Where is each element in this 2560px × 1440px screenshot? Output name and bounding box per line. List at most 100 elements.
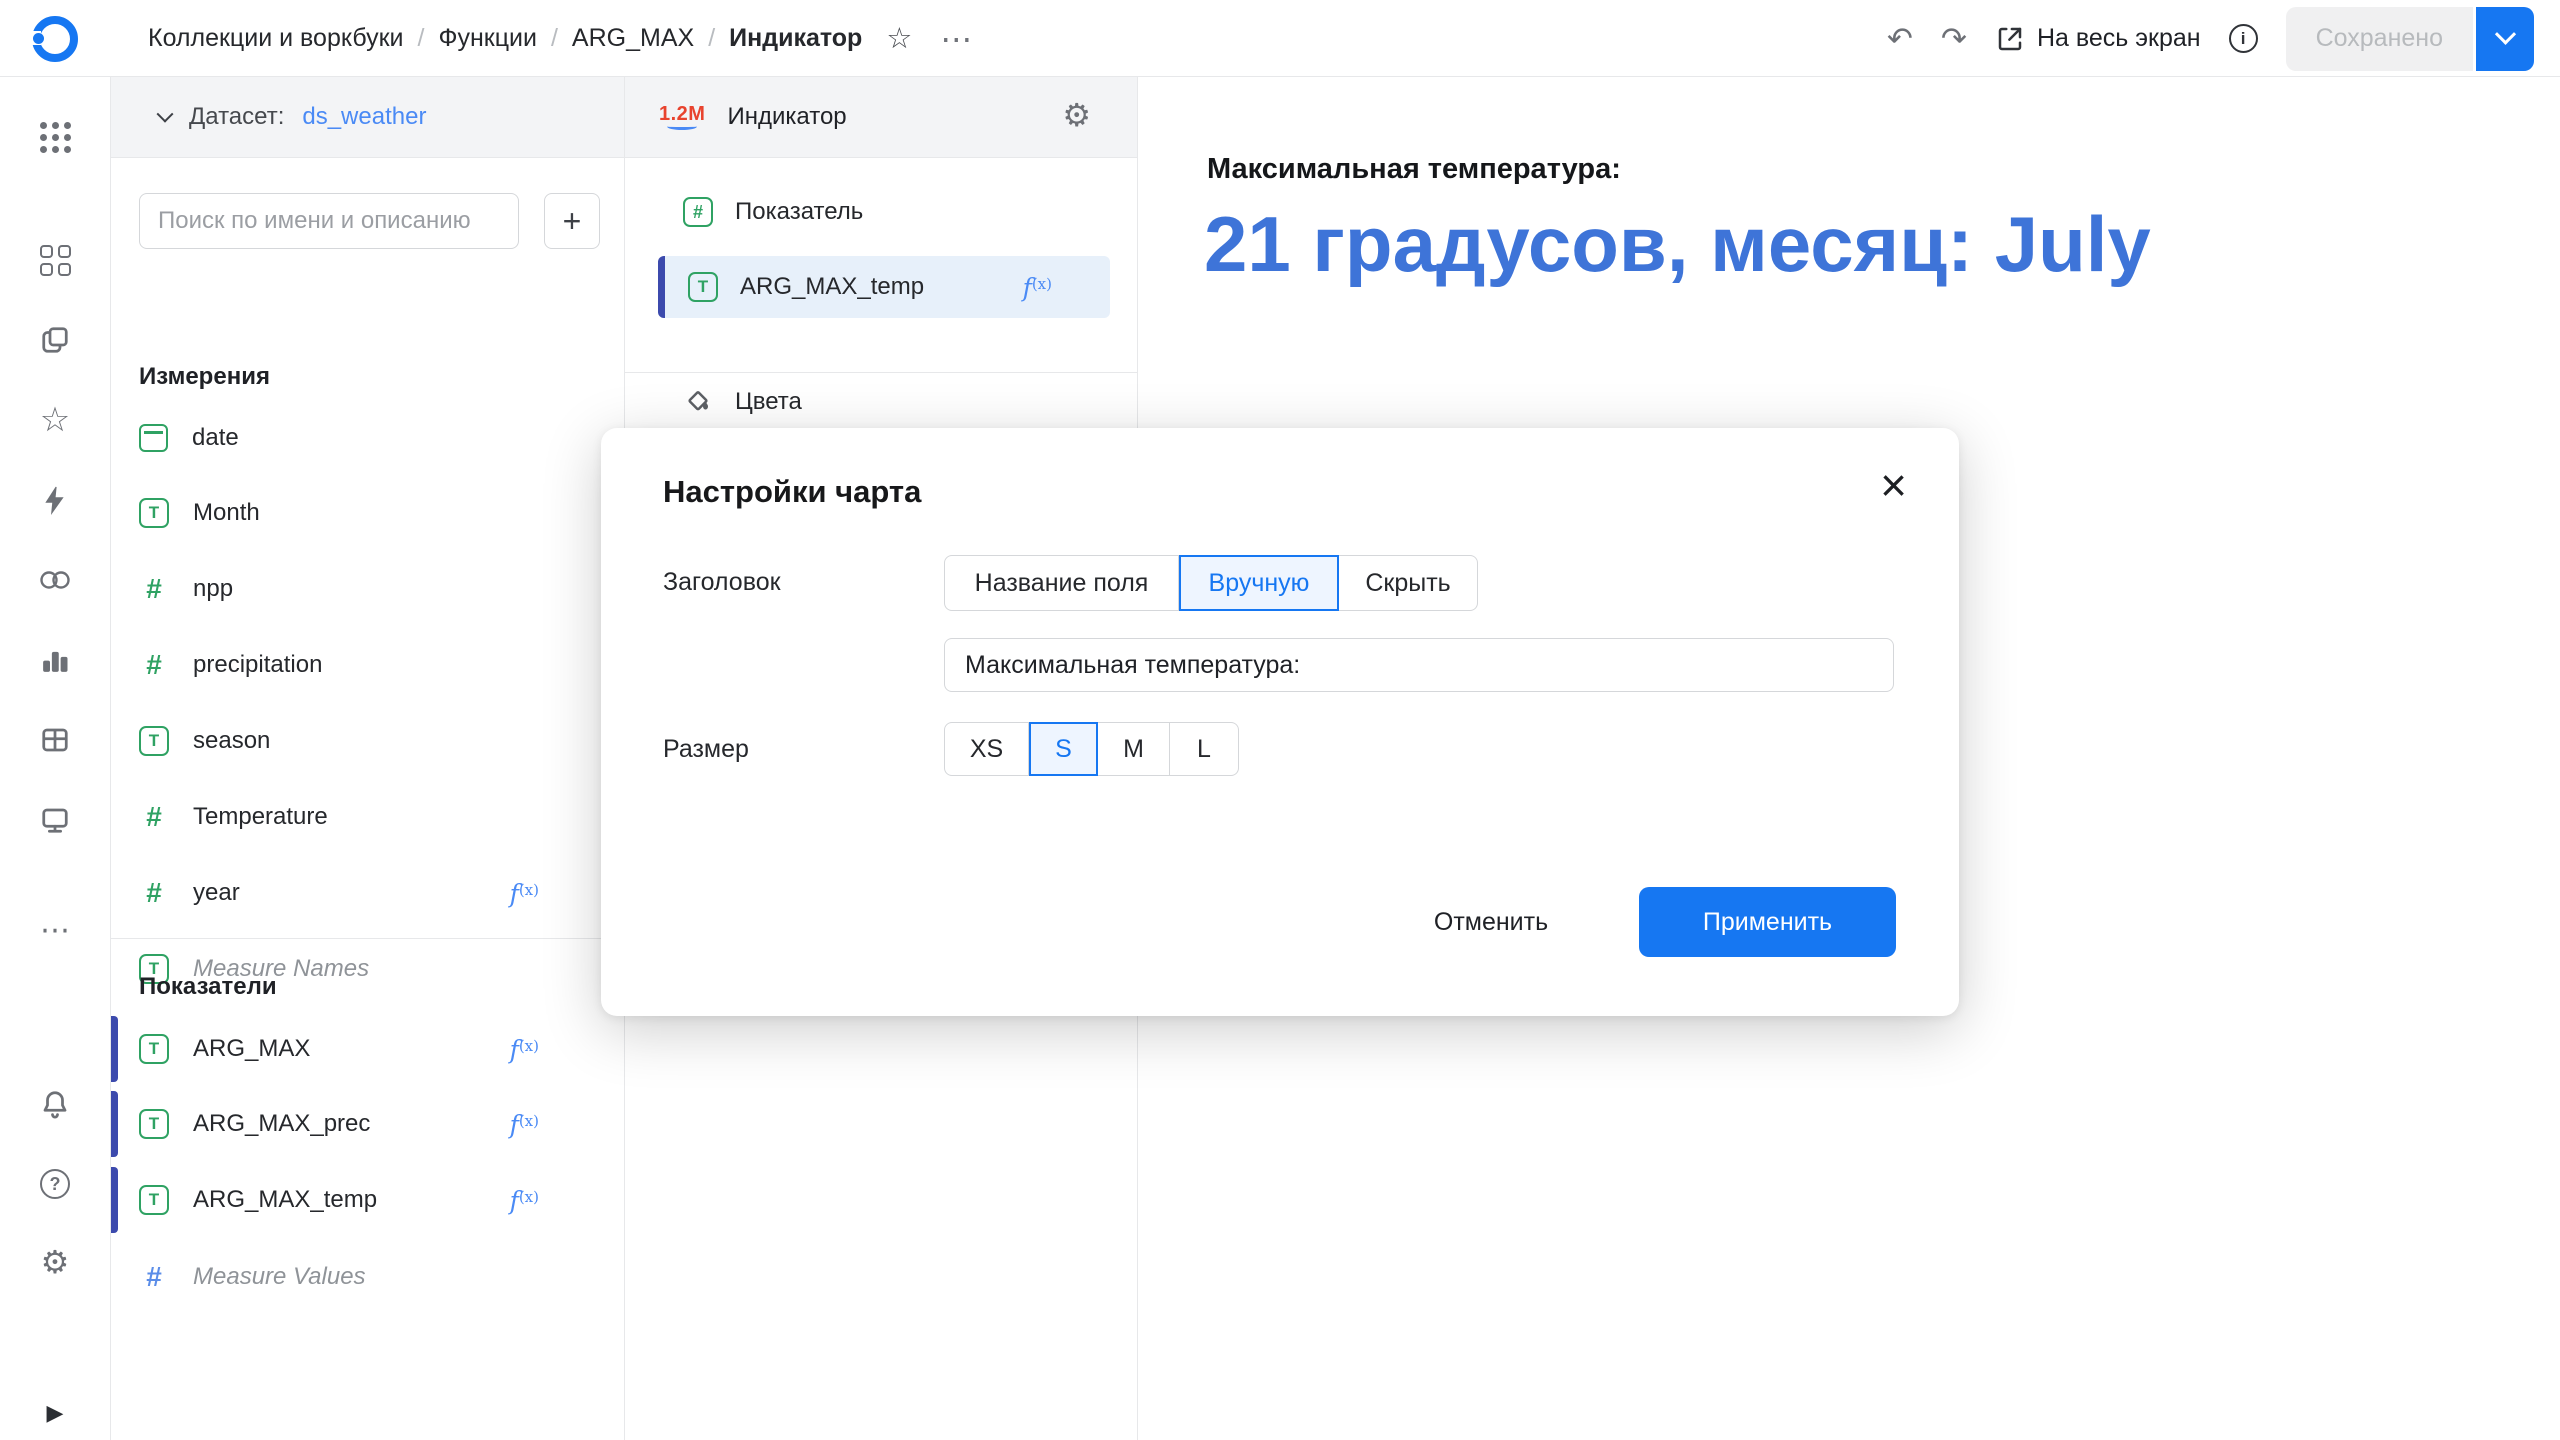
size-segmented-control: XS S M L <box>944 722 1239 776</box>
field-label: ARG_MAX <box>193 1035 310 1063</box>
close-icon[interactable]: × <box>1880 462 1907 508</box>
chart-title-input[interactable] <box>944 638 1894 692</box>
breadcrumb-current: Индикатор <box>729 24 862 53</box>
measure-section-label: Показатель <box>735 198 863 226</box>
size-l-button[interactable]: L <box>1170 722 1239 776</box>
field-search-input[interactable] <box>139 193 519 249</box>
cancel-button[interactable]: Отменить <box>1401 887 1581 957</box>
field-chip-arg-max-temp[interactable]: ARG_MAX_temp <box>658 256 1110 318</box>
dataset-name-link[interactable]: ds_weather <box>302 103 426 131</box>
field-label: year <box>193 879 240 907</box>
field-row-precipitation[interactable]: precipitation <box>111 627 624 703</box>
indicator-chart-type-icon: 1.2M <box>659 104 705 130</box>
save-split-button: Сохранено <box>2286 7 2534 71</box>
text-field-icon <box>139 1034 169 1064</box>
datalens-logo-icon[interactable] <box>32 16 78 62</box>
breadcrumb-collections[interactable]: Коллекции и воркбуки <box>148 24 404 53</box>
size-xs-button[interactable]: XS <box>944 722 1029 776</box>
rail-more-icon[interactable]: ⋯ <box>0 907 110 955</box>
collections-icon[interactable] <box>0 316 110 364</box>
field-row-date[interactable]: date <box>111 400 624 476</box>
measures-title: Показатели <box>139 973 277 1001</box>
size-row-label: Размер <box>663 735 749 764</box>
size-s-button[interactable]: S <box>1029 722 1098 776</box>
field-row-year[interactable]: year <box>111 855 624 931</box>
more-actions-icon[interactable]: ⋯ <box>940 20 974 58</box>
chart-type-label[interactable]: Индикатор <box>727 103 846 131</box>
connections-icon[interactable] <box>0 556 110 604</box>
field-row-measure-values[interactable]: Measure Values <box>111 1239 624 1315</box>
formula-icon <box>510 1186 539 1215</box>
header-mode-field-name-button[interactable]: Название поля <box>944 555 1179 611</box>
breadcrumb-functions[interactable]: Функции <box>438 24 537 53</box>
header-row-label: Заголовок <box>663 568 781 597</box>
dataset-collapse-chevron-icon[interactable] <box>157 106 174 123</box>
field-label: date <box>192 424 239 452</box>
measure-section-header: Показатель <box>683 197 863 227</box>
collapse-panel-icon[interactable]: ▶ <box>0 1389 110 1437</box>
field-label: precipitation <box>193 651 322 679</box>
chart-settings-gear-icon[interactable]: ⚙ <box>1062 99 1091 131</box>
dataset-header: Датасет: ds_weather <box>111 77 624 158</box>
header-mode-manual-button[interactable]: Вручную <box>1179 555 1339 611</box>
dimensions-title: Измерения <box>139 363 270 391</box>
fullscreen-button[interactable]: На весь экран <box>1995 24 2201 54</box>
chart-settings-modal: Настройки чарта × Заголовок Название пол… <box>601 428 1959 1016</box>
formula-icon <box>510 1035 539 1064</box>
help-icon[interactable]: ? <box>0 1160 110 1208</box>
add-field-button[interactable]: + <box>544 193 600 249</box>
formula-icon <box>510 1110 539 1139</box>
field-row-npp[interactable]: npp <box>111 551 624 627</box>
panel-divider <box>625 372 1137 373</box>
text-field-icon <box>139 1185 169 1215</box>
breadcrumb-separator: / <box>551 24 558 53</box>
widgets-icon[interactable] <box>0 236 110 284</box>
breadcrumb-separator: / <box>708 24 715 53</box>
saved-button[interactable]: Сохранено <box>2286 7 2473 71</box>
field-row-arg-max-temp[interactable]: ARG_MAX_temp <box>111 1162 624 1238</box>
field-row-month[interactable]: Month <box>111 475 624 551</box>
field-row-temperature[interactable]: Temperature <box>111 779 624 855</box>
notifications-icon[interactable] <box>0 1080 110 1128</box>
field-label: ARG_MAX_temp <box>193 1186 377 1214</box>
field-row-arg-max-prec[interactable]: ARG_MAX_prec <box>111 1086 624 1162</box>
number-field-icon <box>139 1262 169 1292</box>
settings-icon[interactable]: ⚙ <box>0 1238 110 1286</box>
dashboards-icon[interactable] <box>0 796 110 844</box>
chart-type-header: 1.2M Индикатор ⚙ <box>625 77 1137 158</box>
text-field-icon <box>139 1109 169 1139</box>
formula-icon <box>510 879 539 908</box>
header-mode-hide-button[interactable]: Скрыть <box>1339 555 1478 611</box>
info-icon[interactable]: i <box>2229 24 2258 53</box>
top-bar: Коллекции и воркбуки / Функции / ARG_MAX… <box>0 0 2560 77</box>
field-label: Measure Values <box>193 1263 366 1291</box>
indicator-value: 21 градусов, месяц: July <box>1204 199 2151 290</box>
modal-title: Настройки чарта <box>663 474 921 510</box>
favorite-star-icon[interactable]: ☆ <box>886 21 912 56</box>
field-chip-label: ARG_MAX_temp <box>740 273 924 301</box>
app-root: Коллекции и воркбуки / Функции / ARG_MAX… <box>0 0 2560 1440</box>
charts-icon[interactable] <box>0 636 110 684</box>
colors-section-label: Цвета <box>735 388 802 416</box>
field-label: ARG_MAX_prec <box>193 1110 370 1138</box>
text-field-icon <box>139 726 169 756</box>
field-row-arg-max[interactable]: ARG_MAX <box>111 1011 624 1087</box>
redo-icon[interactable]: ↷ <box>1941 23 1967 54</box>
save-dropdown-button[interactable] <box>2476 7 2534 71</box>
datasets-icon[interactable] <box>0 716 110 764</box>
colors-section-header[interactable]: Цвета <box>683 387 802 417</box>
formula-icon <box>1023 273 1052 302</box>
functions-icon[interactable] <box>0 476 110 524</box>
favorites-icon[interactable]: ☆ <box>0 396 110 444</box>
fullscreen-label: На весь экран <box>2037 24 2201 53</box>
date-field-icon <box>139 424 168 452</box>
undo-icon[interactable]: ↶ <box>1887 23 1913 54</box>
expand-icon <box>1995 24 2025 54</box>
field-row-season[interactable]: season <box>111 703 624 779</box>
breadcrumb-argmax[interactable]: ARG_MAX <box>572 24 694 53</box>
size-m-button[interactable]: M <box>1098 722 1170 776</box>
number-field-icon <box>139 802 169 832</box>
apply-button[interactable]: Применить <box>1639 887 1896 957</box>
breadcrumb-separator: / <box>418 24 425 53</box>
apps-grid-icon[interactable] <box>0 113 110 161</box>
